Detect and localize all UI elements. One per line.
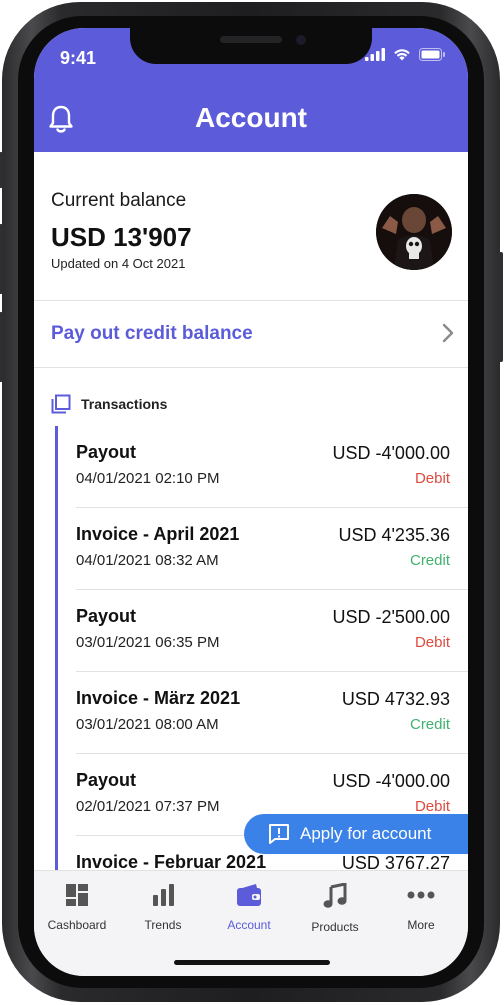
tab-trends[interactable]: Trends: [120, 883, 206, 932]
transaction-date: 03/01/2021 06:35 PM: [76, 634, 220, 651]
tab-label: More: [407, 918, 435, 932]
tab-label: Account: [227, 918, 271, 932]
chevron-right-icon: [442, 323, 454, 343]
tab-cashboard[interactable]: Cashboard: [34, 883, 120, 932]
transaction-name: Payout: [76, 770, 137, 790]
apply-for-account-button[interactable]: Apply for account: [244, 814, 468, 854]
avatar[interactable]: [376, 194, 452, 270]
speaker: [220, 36, 282, 43]
wifi-icon: [394, 49, 410, 61]
tab-account[interactable]: Account: [206, 883, 292, 932]
tab-more[interactable]: More: [378, 883, 464, 932]
status-time: 9:41: [60, 48, 97, 68]
transaction-type: Credit: [409, 552, 450, 569]
feedback-icon: [269, 824, 289, 844]
tab-label: Cashboard: [47, 918, 107, 932]
transaction-date: 03/01/2021 08:00 AM: [76, 716, 219, 733]
transaction-row[interactable]: Payout 04/01/2021 02:10 PM USD -4'000.00…: [76, 426, 468, 508]
battery-icon: [419, 48, 445, 61]
balance-card: Current balance USD 13'907 Updated on 4 …: [34, 152, 468, 300]
bar-chart-icon: [153, 884, 174, 906]
tab-label: Products: [311, 920, 359, 934]
power-button: [499, 252, 503, 362]
pay-out-label: Pay out credit balance: [51, 323, 253, 344]
tab-products[interactable]: Products: [292, 882, 378, 934]
status-icons: [365, 48, 446, 61]
tab-label: Trends: [144, 918, 182, 932]
pay-out-credit-balance-row[interactable]: Pay out credit balance: [34, 301, 468, 367]
divider: [34, 367, 468, 368]
transaction-type: Debit: [414, 634, 450, 651]
apply-button-label: Apply for account: [300, 824, 432, 843]
transaction-name: Invoice - März 2021: [76, 688, 241, 708]
front-camera: [296, 35, 306, 45]
notch: [130, 28, 372, 64]
more-dots-icon: [407, 891, 435, 899]
transaction-amount: USD -4'000.00: [332, 771, 450, 791]
page-title: Account: [195, 102, 307, 133]
transaction-name: Payout: [76, 442, 137, 462]
avatar-image: [376, 194, 452, 270]
wallet-icon: [237, 884, 261, 906]
transaction-row[interactable]: Invoice - April 2021 04/01/2021 08:32 AM…: [76, 508, 468, 590]
transactions-header: Transactions: [51, 394, 167, 414]
side-button: [0, 152, 3, 188]
transaction-type: Credit: [409, 716, 450, 733]
volume-down-button: [0, 312, 3, 382]
transaction-name: Payout: [76, 606, 137, 626]
balance-amount: USD 13'907: [51, 222, 192, 252]
transaction-amount: USD -2'500.00: [332, 607, 450, 627]
transaction-type: Debit: [414, 798, 450, 815]
transaction-amount: USD 4'235.36: [338, 525, 450, 545]
dashboard-icon: [66, 884, 88, 906]
transaction-row[interactable]: Invoice - März 2021 03/01/2021 08:00 AM …: [76, 672, 468, 754]
music-note-icon: [323, 882, 347, 908]
transactions-title: Transactions: [81, 396, 168, 412]
app-screen: 9:41 Account Current balance USD 13'907 …: [34, 28, 468, 976]
timeline-line: [55, 426, 58, 886]
transaction-name: Invoice - April 2021: [76, 524, 240, 544]
transaction-date: 04/01/2021 02:10 PM: [76, 470, 220, 487]
transaction-row[interactable]: Payout 03/01/2021 06:35 PM USD -2'500.00…: [76, 590, 468, 672]
transaction-type: Debit: [414, 470, 450, 487]
transactions-icon: [51, 394, 71, 414]
transaction-amount: USD -4'000.00: [332, 443, 450, 463]
home-indicator[interactable]: [174, 960, 330, 965]
transaction-date: 04/01/2021 08:32 AM: [76, 552, 219, 569]
transaction-amount: USD 4732.93: [341, 689, 450, 709]
balance-label: Current balance: [51, 190, 187, 211]
transaction-date: 02/01/2021 07:37 PM: [76, 798, 220, 815]
balance-updated: Updated on 4 Oct 2021: [51, 256, 186, 271]
volume-up-button: [0, 224, 3, 294]
